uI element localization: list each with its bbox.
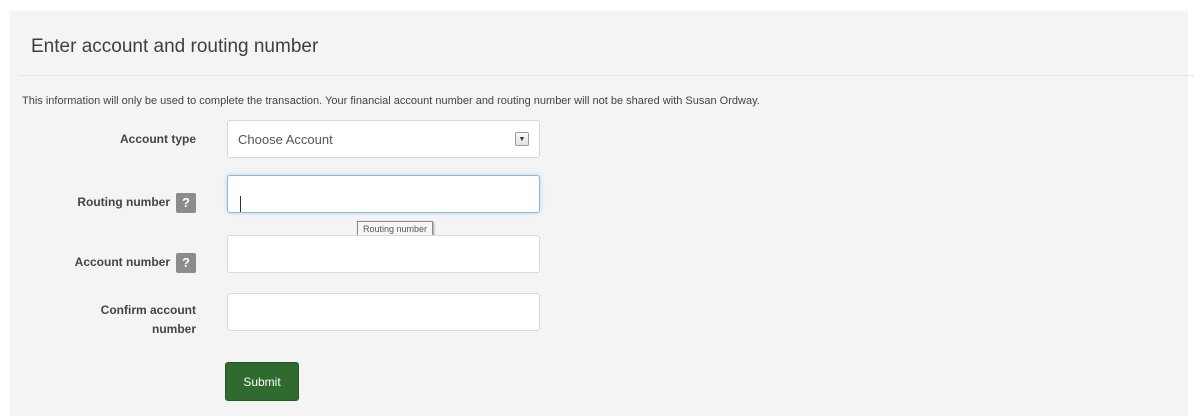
text-caret: [240, 196, 241, 212]
confirm-account-label-line2: number: [151, 322, 196, 336]
account-type-label: Account type: [119, 132, 196, 146]
title-divider: [20, 75, 1194, 76]
account-number-label-group: Account number?: [75, 252, 196, 273]
account-type-select[interactable]: Choose Account ▼: [227, 120, 540, 158]
account-number-input[interactable]: [227, 235, 540, 273]
privacy-info-text: This information will only be used to co…: [22, 95, 760, 107]
account-number-help-icon[interactable]: ?: [176, 252, 196, 273]
account-type-selected-value: Choose Account: [238, 131, 333, 147]
submit-button[interactable]: Submit: [225, 362, 299, 401]
confirm-account-number-label: Confirm account number: [101, 301, 196, 339]
routing-number-label: Routing number: [77, 195, 170, 209]
routing-number-input[interactable]: [227, 175, 540, 213]
dropdown-arrow-icon[interactable]: ▼: [515, 132, 529, 146]
routing-number-help-icon[interactable]: ?: [176, 192, 196, 213]
payment-panel: Enter account and routing number This in…: [10, 11, 1194, 416]
confirm-account-number-input[interactable]: [227, 293, 540, 331]
account-number-label: Account number: [74, 255, 170, 269]
routing-number-label-group: Routing number?: [77, 192, 196, 213]
confirm-account-label-line1: Confirm account: [100, 303, 196, 317]
panel-title: Enter account and routing number: [31, 36, 319, 57]
